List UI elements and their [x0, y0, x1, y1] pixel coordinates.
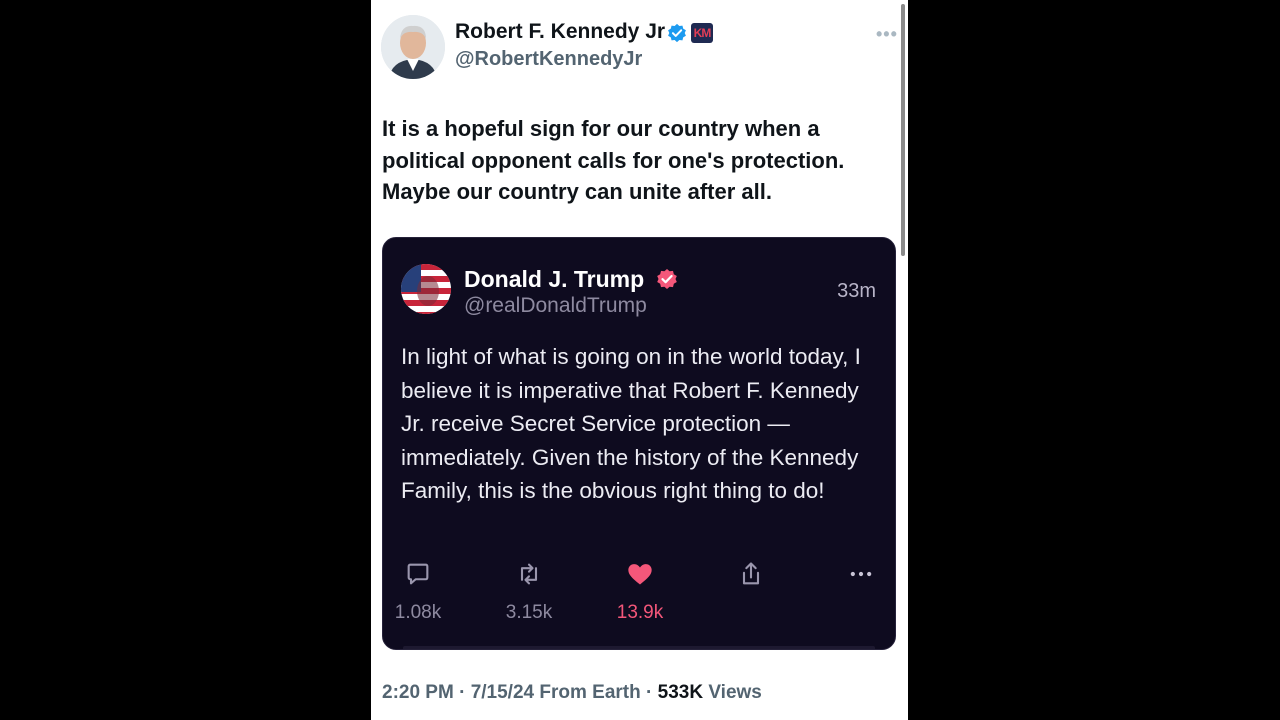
quoted-author-avatar[interactable] — [401, 264, 451, 314]
quoted-post-text: In light of what is going on in the worl… — [401, 344, 861, 503]
verified-badge-icon — [657, 269, 677, 289]
tweet-meta: 2:20 PM · 7/15/24 From Earth · 533K View… — [382, 682, 762, 704]
views-label: Views — [708, 682, 762, 703]
repost-icon — [520, 563, 538, 585]
scrollbar[interactable] — [901, 4, 905, 256]
reply-icon — [407, 563, 429, 585]
card-divider — [403, 646, 875, 649]
like-count: 13.9k — [616, 602, 664, 623]
post-time[interactable]: 2:20 PM — [382, 682, 454, 703]
view-count: 533K — [657, 682, 704, 703]
post-date[interactable]: 7/15/24 — [471, 682, 534, 703]
reply-button[interactable]: 1.08k — [383, 560, 458, 624]
author-handle[interactable]: @RobertKennedyJr — [455, 48, 642, 71]
share-button[interactable] — [711, 560, 791, 588]
verified-badge-icon — [668, 23, 686, 43]
meta-separator: · — [646, 682, 658, 703]
more-options-icon[interactable]: ••• — [876, 24, 898, 45]
author-avatar[interactable] — [381, 15, 445, 79]
author-display-name[interactable]: Robert F. Kennedy Jr — [455, 20, 665, 44]
repost-button[interactable]: 3.15k — [489, 560, 569, 624]
tweet-panel: Robert F. Kennedy Jr KM @RobertKennedyJr… — [371, 0, 908, 720]
reply-count: 1.08k — [394, 602, 442, 623]
quoted-author-display-name[interactable]: Donald J. Trump — [464, 266, 644, 293]
heart-icon — [628, 564, 652, 585]
repost-count: 3.15k — [505, 602, 553, 623]
affiliation-badge-icon: KM — [691, 23, 713, 43]
share-icon — [742, 562, 760, 585]
tweet-text: It is a hopeful sign for our country whe… — [382, 116, 845, 204]
quoted-author-handle[interactable]: @realDonaldTrump — [464, 294, 647, 318]
more-options-icon[interactable] — [821, 560, 895, 588]
meta-separator: · — [459, 682, 471, 703]
like-button[interactable]: 13.9k — [600, 560, 680, 624]
post-source: From Earth — [539, 682, 641, 703]
quoted-post-timestamp[interactable]: 33m — [837, 280, 876, 303]
quoted-post-card[interactable]: Donald J. Trump @realDonaldTrump 33m In … — [382, 237, 896, 650]
